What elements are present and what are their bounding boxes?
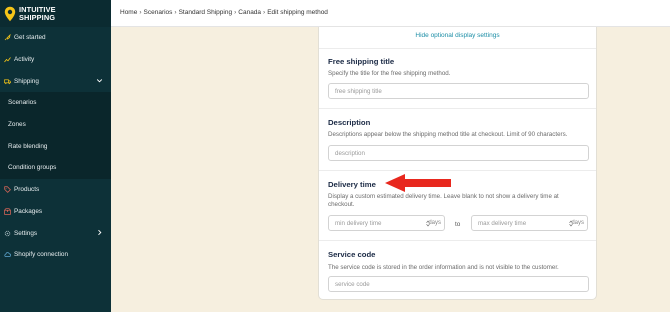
description-input[interactable]: description <box>328 145 589 161</box>
sidebar-nav: Get started Activity Shipping Scenarios … <box>0 27 111 266</box>
chevron-down-icon <box>96 79 103 83</box>
delivery-time-section: Delivery time Display a custom estimated… <box>319 170 596 240</box>
sidebar-item-shipping[interactable]: Shipping <box>0 70 111 92</box>
free-shipping-title-input[interactable]: free shipping title <box>328 83 589 99</box>
package-icon <box>4 208 11 215</box>
truck-icon <box>4 78 11 85</box>
sidebar-item-label: Shipping <box>14 77 39 85</box>
breadcrumb-canada[interactable]: Canada <box>238 9 261 16</box>
brand-name: INTUITIVE SHIPPING <box>19 6 56 22</box>
sidebar-item-label: Shopify connection <box>14 251 69 259</box>
gear-icon <box>4 230 11 237</box>
section-title: Free shipping title <box>328 57 395 66</box>
tag-icon <box>4 186 11 194</box>
chevron-right-icon <box>98 230 102 236</box>
sidebar-item-label: Settings <box>14 229 38 237</box>
service-code-section: Service code The service code is stored … <box>319 240 596 300</box>
sidebar-item-zones[interactable]: Zones <box>0 113 111 136</box>
sidebar-item-label: Products <box>14 186 40 194</box>
sidebar-item-packages[interactable]: Packages <box>0 201 111 223</box>
sidebar-item-label: Packages <box>14 207 43 215</box>
chart-icon <box>4 56 11 63</box>
sidebar-item-condition-groups[interactable]: Condition groups <box>0 157 111 179</box>
min-delivery-time-input[interactable]: min delivery time days <box>328 215 445 231</box>
annotation-arrow-icon <box>385 174 451 192</box>
sidebar-item-settings[interactable]: Settings <box>0 222 111 244</box>
description-section: Description Descriptions appear below th… <box>319 108 596 170</box>
to-label: to <box>455 221 461 228</box>
section-description: The service code is stored in the order … <box>328 264 559 271</box>
brand-line-2: SHIPPING <box>19 12 56 22</box>
days-suffix: days <box>571 220 584 226</box>
sidebar-item-label: Scenarios <box>8 99 37 107</box>
sidebar-item-label: Activity <box>14 56 35 64</box>
days-suffix: days <box>428 220 441 226</box>
max-delivery-time-input[interactable]: max delivery time days <box>471 215 588 231</box>
section-title: Description <box>328 118 371 127</box>
top-bar: Home › Scenarios › Standard Shipping › Canada ›… <box>111 0 670 27</box>
section-description: Specify the title for the free shipping … <box>328 70 451 77</box>
sidebar-item-label: Get started <box>14 34 46 42</box>
sidebar-item-rate-blending[interactable]: Rate blending <box>0 135 111 158</box>
section-title: Delivery time <box>328 180 376 189</box>
breadcrumb-home[interactable]: Home <box>120 9 137 16</box>
breadcrumb: Home › Scenarios › Standard Shipping › Canada ›… <box>120 9 328 16</box>
rocket-icon <box>4 34 11 41</box>
sidebar-item-scenarios[interactable]: Scenarios <box>0 92 111 114</box>
sidebar-item-label: Rate blending <box>8 142 48 150</box>
sidebar-item-label: Zones <box>8 121 26 129</box>
section-description: Display a custom estimated delivery time… <box>328 193 559 209</box>
sidebar-item-label: Condition groups <box>8 164 57 172</box>
breadcrumb-standard-shipping[interactable]: Standard Shipping <box>179 9 233 16</box>
min-delivery-time-placeholder: min delivery time <box>335 219 382 227</box>
hide-optional-settings-link[interactable]: Hide optional display settings <box>319 32 596 39</box>
section-description: Descriptions appear below the shipping m… <box>328 131 568 138</box>
free-shipping-title-section: Free shipping title Specify the title fo… <box>319 48 596 108</box>
max-delivery-time-placeholder: max delivery time <box>478 219 527 227</box>
brand-logo[interactable]: INTUITIVE SHIPPING <box>0 0 111 27</box>
shipping-method-card: Hide optional display settings Free ship… <box>318 27 597 300</box>
sidebar: INTUITIVE SHIPPING Get started Activity … <box>0 0 111 312</box>
breadcrumb-current-page: Edit shipping method <box>267 9 328 16</box>
sidebar-item-activity[interactable]: Activity <box>0 49 111 71</box>
service-code-input[interactable]: service code <box>328 276 589 292</box>
section-title: Service code <box>328 250 376 259</box>
cloud-icon <box>4 251 11 258</box>
sidebar-item-products[interactable]: Products <box>0 179 111 201</box>
sidebar-item-shopify-connection[interactable]: Shopify connection <box>0 244 111 266</box>
sidebar-item-get-started[interactable]: Get started <box>0 27 111 49</box>
location-pin-icon <box>4 6 16 21</box>
breadcrumb-scenarios[interactable]: Scenarios <box>144 9 173 16</box>
